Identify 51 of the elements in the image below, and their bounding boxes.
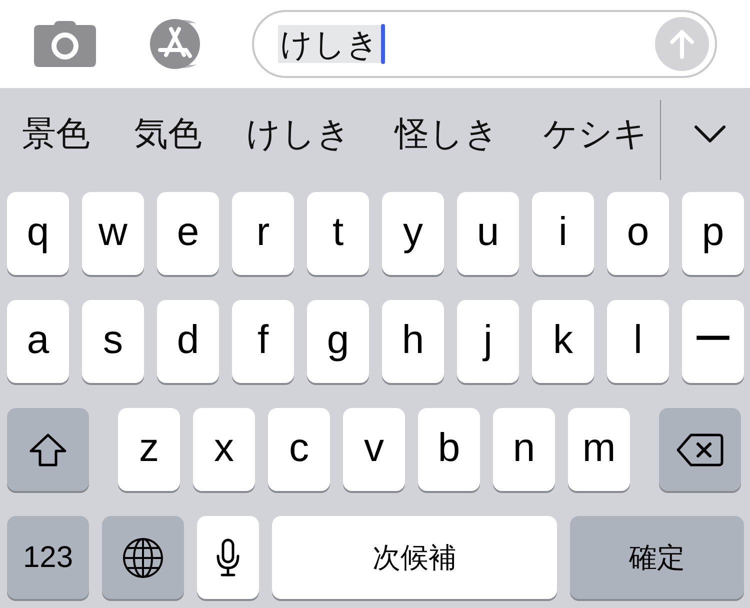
candidate[interactable]: けしき (246, 108, 351, 160)
shift-icon (29, 432, 67, 466)
microphone-icon (215, 538, 241, 578)
letter-key[interactable]: a (7, 300, 69, 383)
letter-key[interactable]: c (268, 408, 330, 491)
letter-key[interactable]: b (418, 408, 480, 491)
globe-key[interactable] (102, 516, 184, 599)
camera-button[interactable] (34, 21, 96, 67)
letter-key[interactable]: m (568, 408, 630, 491)
letter-key[interactable]: l (607, 300, 669, 383)
letter-key[interactable]: ー (682, 300, 744, 383)
letter-key[interactable]: t (307, 192, 369, 275)
microphone-key[interactable] (197, 516, 259, 599)
letter-key[interactable]: v (343, 408, 405, 491)
confirm-key[interactable]: 確定 (570, 516, 744, 599)
letter-key[interactable]: d (157, 300, 219, 383)
delete-icon (676, 432, 724, 466)
letter-key[interactable]: r (232, 192, 294, 275)
letter-key[interactable]: i (532, 192, 594, 275)
letter-key[interactable]: w (82, 192, 144, 275)
expand-button[interactable] (694, 125, 726, 143)
message-field[interactable]: けしき (252, 10, 717, 78)
arrow-up-icon (669, 29, 695, 59)
text-cursor (381, 24, 385, 64)
letter-key[interactable]: y (382, 192, 444, 275)
letter-key[interactable]: q (7, 192, 69, 275)
candidate[interactable]: 気色 (134, 108, 202, 160)
letter-key[interactable]: p (682, 192, 744, 275)
letter-key[interactable]: g (307, 300, 369, 383)
letter-key[interactable]: x (193, 408, 255, 491)
letter-key[interactable]: h (382, 300, 444, 383)
chevron-down-icon (694, 125, 726, 143)
shift-key[interactable] (7, 408, 89, 491)
letter-key[interactable]: u (457, 192, 519, 275)
delete-key[interactable] (659, 408, 741, 491)
letter-key[interactable]: z (118, 408, 180, 491)
letter-key[interactable]: k (532, 300, 594, 383)
candidate[interactable]: 景色 (22, 108, 90, 160)
numbers-key[interactable]: 123 (7, 516, 89, 599)
input-text: けしき (278, 24, 381, 64)
globe-icon (122, 536, 164, 578)
letter-key[interactable]: o (607, 192, 669, 275)
letter-key[interactable]: j (457, 300, 519, 383)
space-key[interactable]: 次候補 (272, 516, 557, 599)
camera-icon (34, 21, 96, 67)
letter-key[interactable]: n (493, 408, 555, 491)
letter-key[interactable]: s (82, 300, 144, 383)
letter-key[interactable]: e (157, 192, 219, 275)
letter-key[interactable]: f (232, 300, 294, 383)
candidate[interactable]: 怪しき (395, 108, 499, 160)
candidate[interactable]: ケシキ (543, 108, 648, 160)
